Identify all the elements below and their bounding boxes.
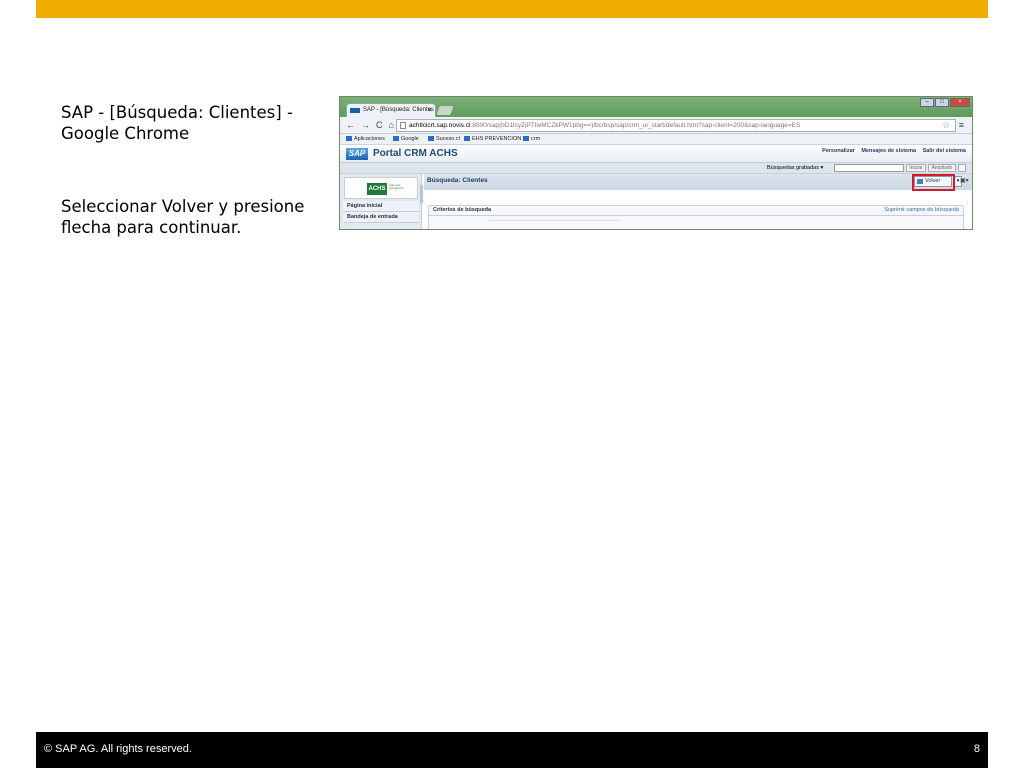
header-links: Personalizar Mensajes de sistema Salir d… <box>817 148 966 154</box>
browser-screenshot: SAP - [Búsqueda: Clientes × – □ × ← → C … <box>339 96 973 230</box>
forward-arrow-icon[interactable]: → <box>361 120 370 130</box>
main-content: Búsqueda: Clientes Volver ▾ ▣▾ Criterios… <box>424 174 972 229</box>
help-icon[interactable]: ▣▾ <box>960 177 969 184</box>
bookmark-star-icon[interactable]: ☆ <box>942 120 950 130</box>
bookmark-apps[interactable]: Aplicaciones <box>346 134 385 144</box>
new-tab-button[interactable] <box>436 106 454 115</box>
saved-searches-dropdown[interactable]: Búsquedas grabadas ▾ <box>767 163 823 173</box>
window-controls: – □ × <box>920 98 970 108</box>
back-arrow-icon[interactable]: ← <box>346 120 355 130</box>
criteria-header: Criterios de búsqueda Suprimir campos de… <box>429 206 963 216</box>
bookmark-ehs[interactable]: EHS PREVENCION <box>464 134 521 144</box>
criteria-title: Criterios de búsqueda <box>433 207 492 213</box>
instruction-body: Seleccionar Volver y presione flecha par… <box>61 197 305 237</box>
achs-tagline: mas que prevención <box>389 183 404 190</box>
search-criteria-panel: Criterios de búsqueda Suprimir campos de… <box>428 205 964 229</box>
iniciar-button[interactable]: Iniciar <box>906 164 926 172</box>
saved-search-bar: Búsquedas grabadas ▾ Iniciar Ampliado <box>340 163 972 174</box>
saved-search-input[interactable] <box>834 164 904 172</box>
maximize-icon[interactable]: □ <box>935 98 949 107</box>
sap-bookmark-icon <box>464 136 470 142</box>
criteria-field-line <box>489 220 619 221</box>
url-host: achtlcicrt.sap.novis.cl <box>409 122 471 129</box>
ampliado-button[interactable]: Ampliado <box>928 164 956 172</box>
close-window-icon[interactable]: × <box>950 98 970 107</box>
browser-navbar: ← → C ⌂ achtlcicrt.sap.novis.cl:8000/sap… <box>340 117 972 134</box>
google-icon <box>393 136 399 142</box>
minimize-icon[interactable]: – <box>920 98 934 107</box>
sap-header: SAP Portal CRM ACHS Personalizar Mensaje… <box>340 145 972 163</box>
achs-logo: ACHS <box>367 183 387 195</box>
bookmark-suceso[interactable]: Suceso.cl <box>428 134 460 144</box>
tab-title: SAP - [Búsqueda: Clientes <box>363 107 434 113</box>
bookmark-google[interactable]: Google <box>393 134 419 144</box>
apps-grid-icon <box>346 136 352 142</box>
top-accent-bar <box>36 0 988 18</box>
portal-title: Portal CRM ACHS <box>373 148 458 159</box>
browser-tab[interactable]: SAP - [Búsqueda: Clientes × <box>346 103 436 117</box>
left-navigation: ACHS mas que prevención Página inicial B… <box>340 174 422 229</box>
sap-logo: SAP <box>346 148 368 160</box>
browser-titlebar: SAP - [Búsqueda: Clientes × – □ × <box>340 97 972 117</box>
bookmark-crm[interactable]: crm <box>523 134 540 144</box>
bookmarks-bar: Aplicaciones Google Suceso.cl EHS PREVEN… <box>340 134 972 145</box>
link-personalizar[interactable]: Personalizar <box>822 148 855 154</box>
home-icon[interactable]: ⌂ <box>389 120 394 130</box>
url-path: :8000/sap(bD1lcyZjPTIwMCZkPW1pbg==)/bc/b… <box>470 122 801 129</box>
footer-copyright: © SAP AG. All rights reserved. <box>44 743 192 755</box>
options-icon[interactable] <box>958 164 966 172</box>
address-bar[interactable]: achtlcicrt.sap.novis.cl:8000/sap(bD1lcyZ… <box>396 119 956 132</box>
instruction-title: SAP - [Búsqueda: Clientes] - Google Chro… <box>61 103 293 143</box>
volver-highlight <box>912 174 955 191</box>
reload-icon[interactable]: C <box>376 120 383 130</box>
page-icon <box>400 122 406 129</box>
nav-item-pagina-inicial[interactable]: Página inicial <box>343 201 419 212</box>
sap-bookmark-icon <box>523 136 529 142</box>
link-salir[interactable]: Salir del sistema <box>923 148 966 154</box>
page-title: Búsqueda: Clientes <box>424 174 972 190</box>
suceso-icon <box>428 136 434 142</box>
sap-favicon-icon <box>350 108 360 113</box>
menu-icon[interactable]: ≡ <box>959 120 964 130</box>
tab-close-icon[interactable]: × <box>428 104 432 117</box>
page-number: 8 <box>973 743 980 755</box>
achs-logo-box: ACHS mas que prevención <box>344 177 418 199</box>
link-mensajes[interactable]: Mensajes de sistema <box>861 148 916 154</box>
nav-item-bandeja[interactable]: Bandeja de entrada <box>343 212 419 223</box>
slide-footer: © SAP AG. All rights reserved. 8 <box>36 732 988 768</box>
collapse-handle[interactable] <box>420 185 423 203</box>
suppress-fields-link[interactable]: Suprimir campos de búsqueda <box>884 206 959 215</box>
